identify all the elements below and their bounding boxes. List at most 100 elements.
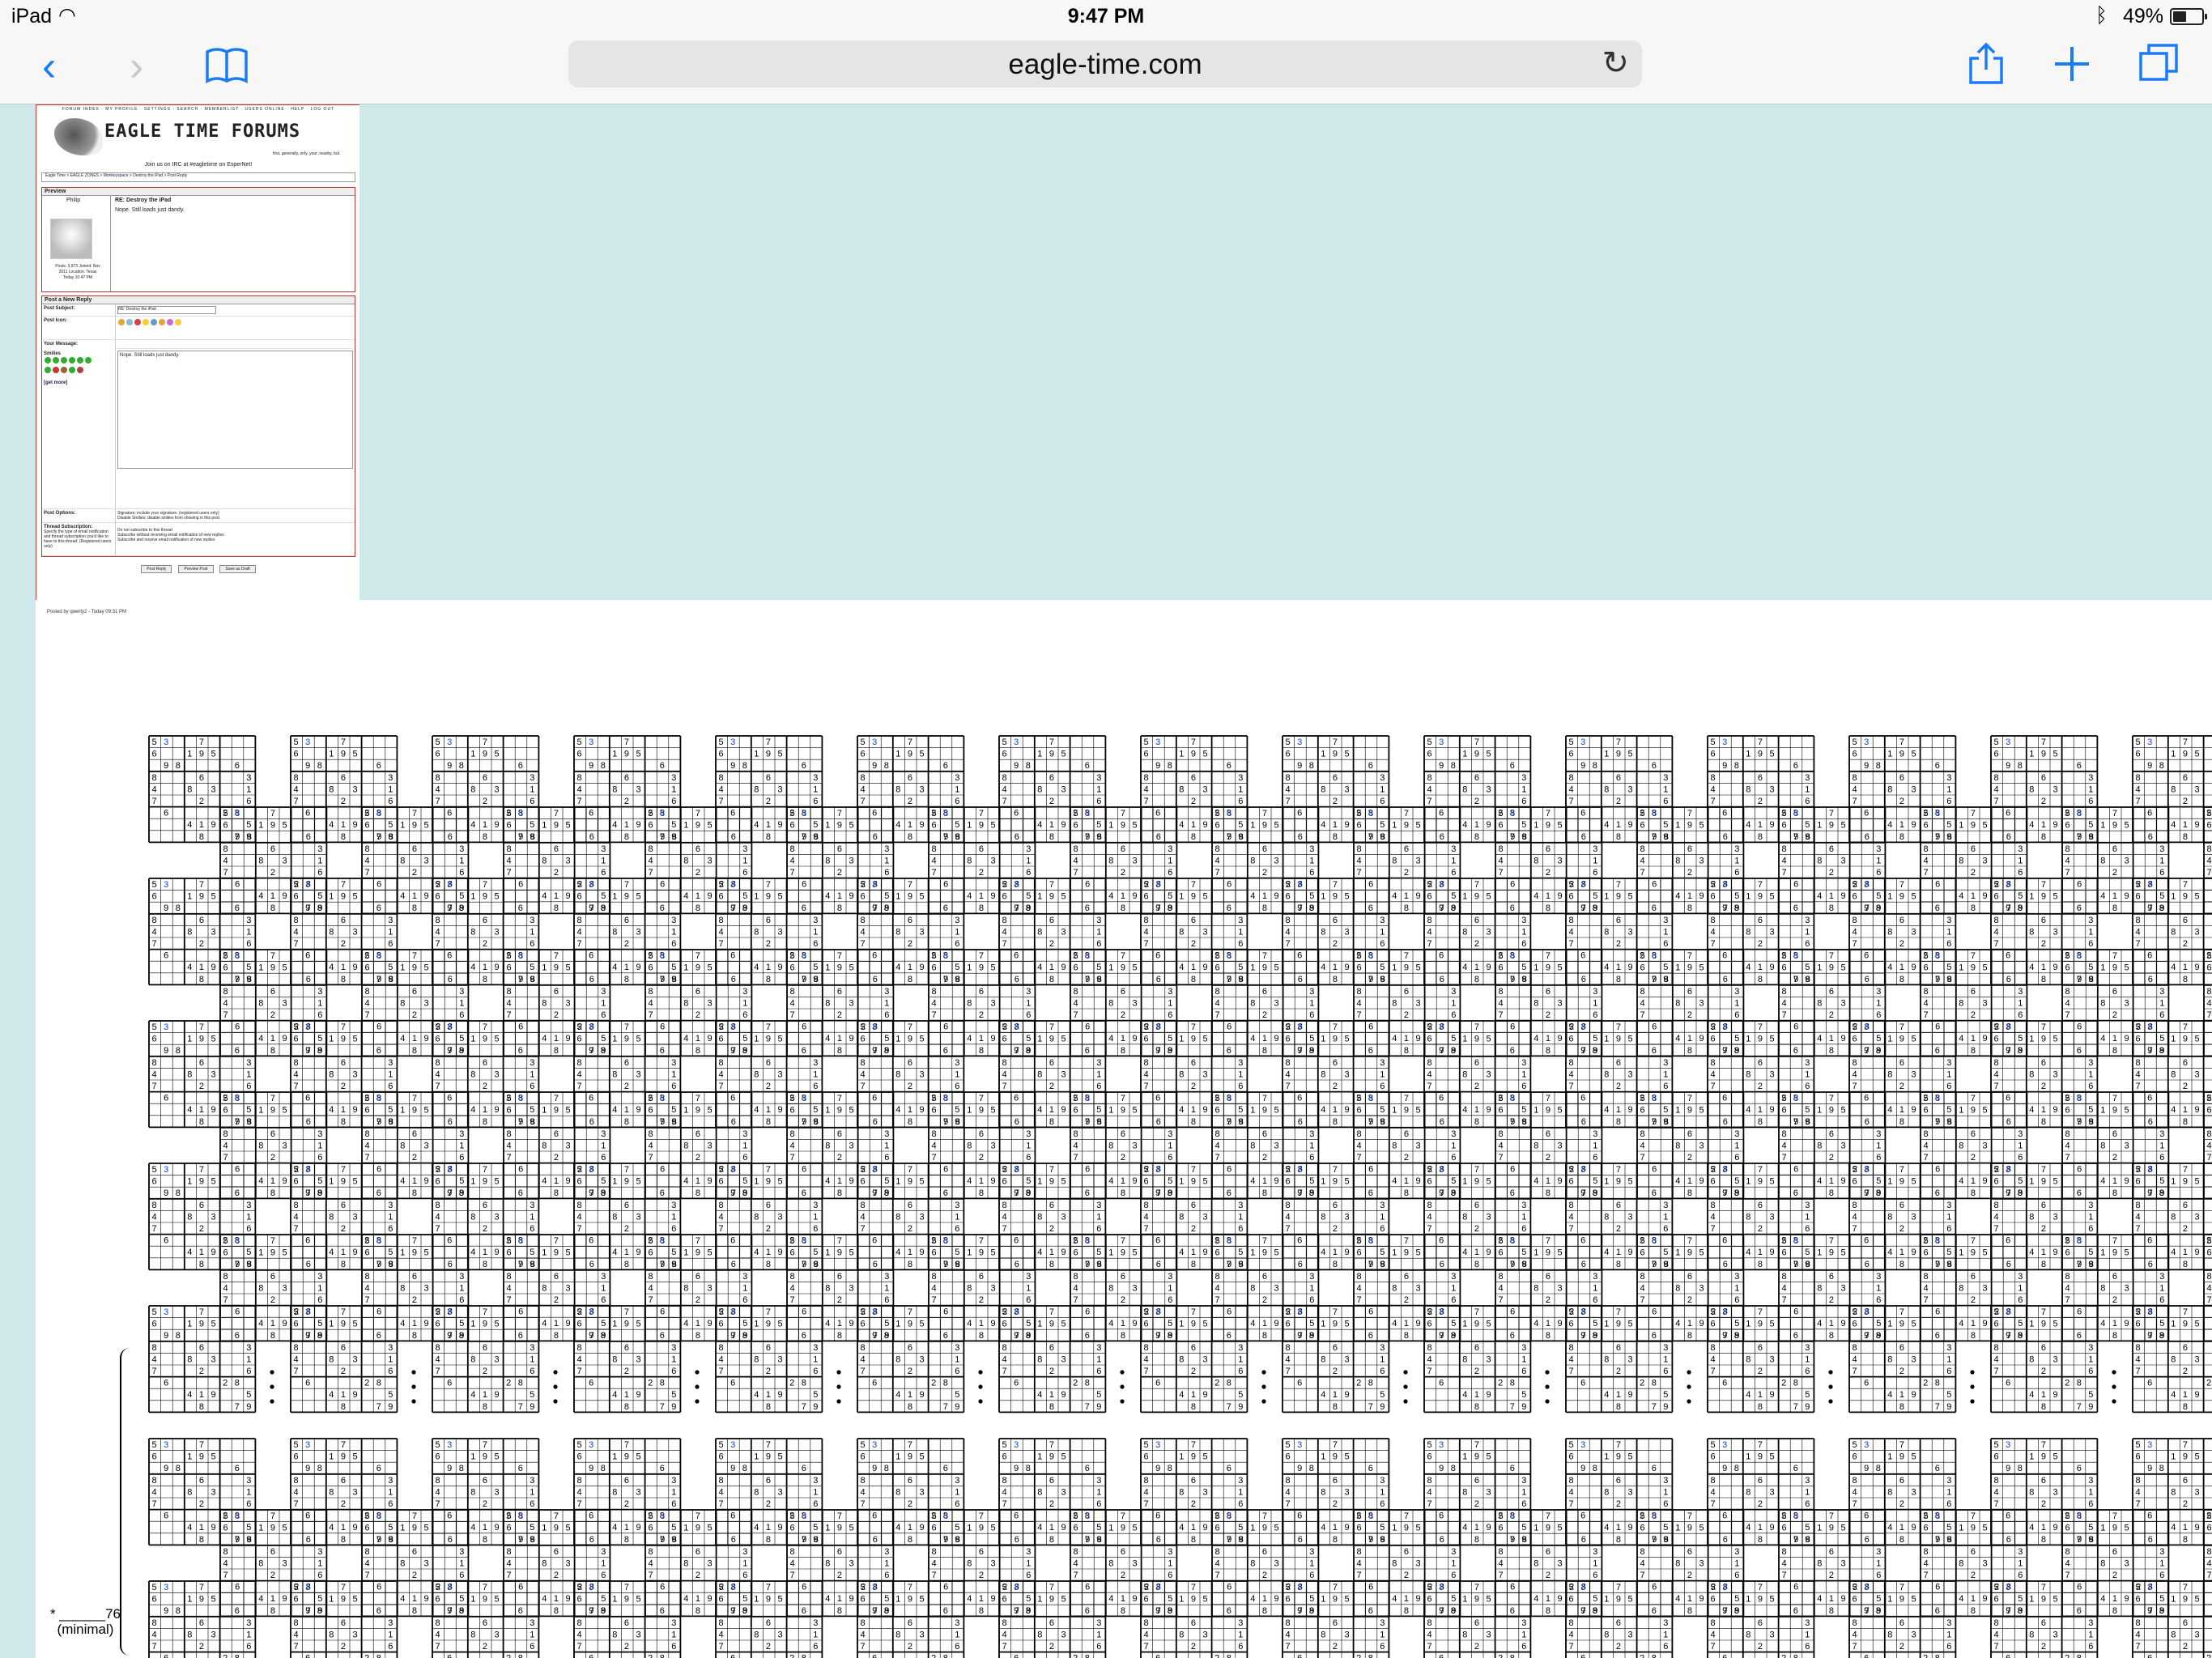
sudoku-digit: 9 (1722, 761, 1727, 771)
sudoku-digit: 6 (943, 1583, 948, 1592)
sudoku-digit: 8 (1817, 1283, 1822, 1293)
sudoku-digit: 4 (1640, 998, 1645, 1008)
sudoku-digit: 7 (1191, 738, 1196, 747)
sudoku-digit: 8 (152, 1058, 157, 1068)
sudoku-digit: 3 (1722, 1022, 1727, 1032)
sudoku-digit: 6 (376, 1464, 381, 1473)
sudoku-digit: 1 (1593, 1283, 1597, 1293)
back-icon[interactable]: ‹ (42, 45, 56, 87)
sudoku-digit: 3 (1510, 951, 1515, 961)
bookmarks-icon[interactable] (204, 45, 249, 84)
sudoku-digit: 8 (1262, 1188, 1267, 1198)
sudoku-digit: 5 (719, 1307, 724, 1317)
sudoku-digit: 1 (1663, 1354, 1668, 1364)
sudoku-digit: 3 (1770, 784, 1775, 794)
sudoku-digit: 5 (861, 1440, 866, 1450)
sudoku-digit: 4 (1108, 891, 1113, 901)
sudoku-digit: 6 (294, 1035, 299, 1044)
forward-icon[interactable]: › (130, 45, 143, 87)
sudoku-digit: 1 (683, 963, 688, 973)
sudoku-digit: 1 (530, 1487, 534, 1497)
sudoku-digit: 3 (730, 1307, 735, 1317)
get-more-smilies-link[interactable]: [get more] (44, 380, 67, 385)
sudoku-digit: 2 (837, 868, 842, 878)
sudoku-digit: 1 (1168, 998, 1172, 1008)
sudoku-digit: 1 (530, 1354, 534, 1364)
sudoku-digit: 9 (766, 1035, 771, 1044)
sudoku-digit: 1 (884, 998, 889, 1008)
editor-toolbar[interactable] (117, 342, 353, 349)
sudoku-digit: 3 (1946, 1476, 1951, 1486)
sudoku-digit: 9 (1510, 832, 1515, 842)
sudoku-digit: 7 (1616, 1165, 1621, 1175)
sudoku-digit: 6 (530, 1224, 534, 1234)
disable-smilies-checkbox[interactable]: Disable Smilies: disable smilies from sh… (117, 516, 353, 521)
sudoku-digit: 9 (908, 892, 912, 902)
subject-input[interactable]: RE: Destroy the iPad (117, 306, 216, 314)
save-draft-button[interactable]: Save as Draft (219, 565, 256, 573)
address-bar[interactable]: eagle-time.com ↻ (568, 40, 1642, 87)
sudoku-digit: 5 (1002, 1165, 1007, 1175)
preview-post-button[interactable]: Preview Post (178, 565, 214, 573)
ellipsis-dot (1120, 1399, 1125, 1404)
reload-icon[interactable]: ↻ (1602, 45, 1629, 82)
forum-nav[interactable]: FORUM INDEX · MY PROFILE · SETTINGS · SE… (36, 105, 360, 115)
sudoku-digit: 9 (1864, 1464, 1869, 1473)
sudoku-digit: 5 (1168, 1034, 1172, 1044)
sudoku-digit: 3 (1487, 1354, 1491, 1364)
sudoku-digit: 6 (2207, 821, 2212, 831)
sudoku-digit: 7 (2136, 1367, 2141, 1376)
sudoku-digit: 3 (1722, 1440, 1727, 1450)
sudoku-digit: 8 (2029, 1354, 2034, 1364)
sudoku-digit: 6 (1581, 975, 1586, 984)
tabs-icon[interactable] (2138, 42, 2180, 84)
sudoku-digit: 9 (1841, 1034, 1846, 1044)
sudoku-digit: 6 (802, 1022, 806, 1032)
preview-username[interactable]: Philip (66, 198, 80, 203)
sudoku-digit: 6 (1946, 1367, 1951, 1376)
post-reply-button[interactable]: Post Reply (141, 565, 172, 573)
sudoku-digit: 6 (1309, 1571, 1314, 1580)
sudoku-digit: 1 (696, 1034, 700, 1044)
sudoku-digit: 8 (1782, 1129, 1787, 1139)
sudoku-digit: 6 (1298, 832, 1303, 842)
sudoku-digit: 8 (1474, 1260, 1479, 1269)
sudoku-digit: 1 (1899, 1523, 1904, 1533)
sudoku-digit: 9 (270, 1524, 275, 1533)
sudoku-digit: 6 (2006, 832, 2011, 842)
sudoku-digit: 8 (1286, 1343, 1291, 1353)
subscribe-radio-email[interactable]: Subscribe and receive email notification… (117, 538, 353, 542)
sudoku-digit: 3 (164, 1022, 168, 1032)
post-icon-picker[interactable] (116, 317, 355, 339)
sudoku-digit: 4 (187, 1105, 192, 1115)
sudoku-digit: 6 (813, 1224, 818, 1234)
sudoku-digit: 6 (766, 1058, 771, 1068)
sudoku-digit: 6 (1865, 832, 1870, 842)
sudoku-digit: 7 (1782, 1010, 1787, 1020)
sudoku-digit: 5 (884, 1176, 889, 1186)
sudoku-digit: 5 (1946, 1523, 1951, 1533)
sudoku-digit: 5 (849, 1524, 854, 1533)
sudoku-digit: 4 (825, 1319, 830, 1329)
share-icon[interactable] (1967, 42, 2005, 86)
sudoku-grid: 537619598686348317266284195879 (715, 878, 823, 986)
sudoku-digit: 9 (778, 1523, 783, 1533)
message-textarea[interactable]: Nope. Still loads just dandy. (117, 351, 353, 469)
sudoku-digit: 6 (861, 892, 866, 902)
sudoku-digit: 5 (1912, 1177, 1916, 1187)
sudoku-digit: 5 (1061, 1177, 1066, 1187)
sudoku-digit: 6 (1427, 1177, 1432, 1187)
sudoku-digit: 3 (884, 1272, 889, 1282)
new-tab-icon[interactable] (2053, 45, 2091, 83)
sudoku-grid: 537619598686348317266284195879 (928, 1509, 1036, 1618)
sudoku-digit: 8 (1994, 1058, 1999, 1068)
sudoku-grid: 537619598686348317266284195879 (503, 1234, 611, 1342)
sudoku-digit: 6 (2112, 844, 2117, 854)
breadcrumb[interactable]: Eagle Time > EAGLE ZONES > Monkeyspace >… (41, 172, 355, 182)
sudoku-digit: 4 (1604, 963, 1609, 972)
sudoku-digit: 5 (636, 892, 641, 902)
sudoku-digit: 8 (884, 1331, 889, 1341)
sudoku-digit: 6 (1510, 1046, 1515, 1056)
sudoku-digit: 3 (1439, 880, 1444, 890)
sudoku-digit: 8 (2041, 832, 2046, 842)
